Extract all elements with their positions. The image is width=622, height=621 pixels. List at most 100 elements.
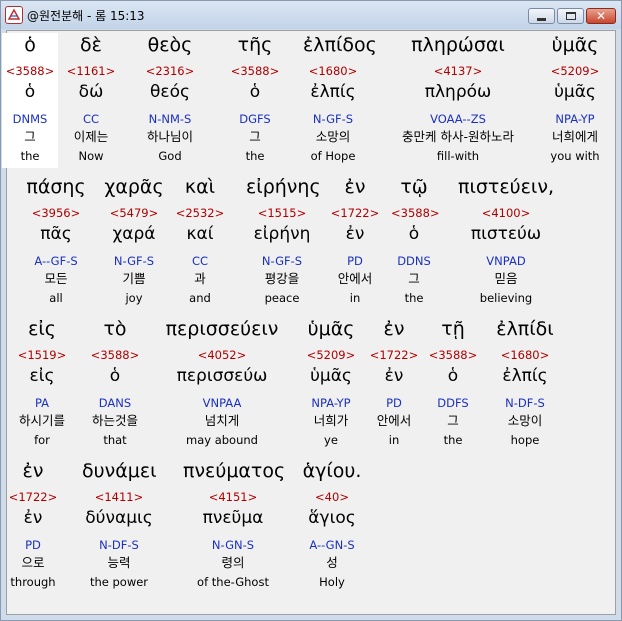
interlinear-word[interactable]: τῷ <3588> ὁ DDNS 그 the [391, 175, 440, 310]
greek-word: ἐλπίδος [303, 34, 377, 56]
interlinear-word[interactable]: δυνάμει <1411> δύναμις N-DF-S 능력 the power [82, 459, 157, 594]
strong-number[interactable]: <3588> [2, 64, 58, 78]
greek-word: δὲ [80, 34, 102, 56]
strong-number[interactable]: <1411> [82, 490, 156, 504]
english-gloss: God [158, 149, 182, 163]
interlinear-word[interactable]: χαρᾶς <5479> χαρά N-GF-S 기쁨 joy [97, 175, 171, 310]
interlinear-word[interactable]: πάσης <3956> πᾶς A--GF-S 모든 all [21, 175, 91, 310]
parsing-code: DNMS [12, 112, 48, 126]
greek-word: δυνάμει [82, 460, 157, 482]
korean-gloss: 으로 [21, 555, 45, 570]
parsing-code: DDFS [437, 396, 469, 410]
interlinear-word[interactable]: ἐν <1722> ἐν PD 으로 through [5, 459, 61, 594]
interlinear-word[interactable]: ἐν <1722> ἐν PD 안에서 in [327, 175, 383, 310]
greek-word: χαρᾶς [104, 176, 164, 198]
parsing-code: A--GF-S [34, 254, 78, 268]
interlinear-word[interactable]: ὁ <3588> ὁ DNMS 그 the [2, 33, 58, 168]
lemma-form: πιστεύω [470, 224, 542, 244]
parsing-code: A--GN-S [309, 538, 355, 552]
lemma-form: περισσεύω [176, 366, 268, 386]
window-title: @원전분해 - 롬 15:13 [27, 9, 145, 23]
parsing-code: PD [386, 396, 402, 410]
interlinear-word[interactable]: ὑμᾶς <5209> ὑμᾶς NPA-YP 너희에게 you with [544, 33, 606, 168]
interlinear-word[interactable]: πιστεύειν, <4100> πιστεύω VNPAD 믿음 believing [456, 175, 556, 310]
korean-gloss: 성 [326, 555, 338, 570]
close-button[interactable]: ✕ [586, 8, 616, 24]
strong-number[interactable]: <5209> [296, 348, 366, 362]
strong-number[interactable]: <1722> [5, 490, 61, 504]
strong-number[interactable]: <40> [297, 490, 367, 504]
english-gloss: all [49, 291, 63, 305]
strong-number[interactable]: <4137> [383, 64, 533, 78]
strong-number[interactable]: <5209> [544, 64, 606, 78]
lemma-form: ὁ [109, 366, 121, 386]
strong-number[interactable]: <3588> [391, 206, 440, 220]
korean-gloss: 충만케 하사-원하노라 [402, 129, 514, 144]
english-gloss: joy [125, 291, 143, 305]
parsing-code: N-DF-S [99, 538, 139, 552]
strong-number[interactable]: <4151> [183, 490, 283, 504]
parsing-code: PD [347, 254, 363, 268]
strong-number[interactable]: <2316> [140, 64, 200, 78]
parsing-code: N-GF-S [312, 112, 354, 126]
parsing-code: CC [82, 112, 100, 126]
interlinear-word[interactable]: περισσεύειν <4052> περισσεύω VNPAA 넘치게 may ab… [162, 317, 282, 452]
strong-number[interactable]: <2532> [175, 206, 225, 220]
strong-number[interactable]: <1680> [303, 64, 363, 78]
interlinear-word[interactable]: ἐλπίδος <1680> ἐλπίς N-GF-S 소망의 of Hope [303, 33, 377, 168]
interlinear-word[interactable]: ἐν <1722> ἐν PD 안에서 in [369, 317, 419, 452]
strong-number[interactable]: <3588> [83, 348, 147, 362]
interlinear-word[interactable]: πληρώσαι <4137> πληρόω VOAA--ZS 충만케 하사-원하노라 f… [383, 33, 533, 168]
parsing-code: PA [34, 396, 50, 410]
parsing-code: VOAA--ZS [430, 112, 486, 126]
strong-number[interactable]: <1515> [246, 206, 318, 220]
korean-gloss: 그 [447, 413, 459, 428]
interlinear-word[interactable]: τῇ <3588> ὁ DDFS 그 the [428, 317, 478, 452]
parsing-code: DGFS [239, 112, 271, 126]
greek-word: τῆς [237, 34, 273, 56]
interlinear-word[interactable]: τὸ <3588> ὁ DANS 하는것을 that [83, 317, 147, 452]
interlinear-word[interactable]: εἰς <1519> εἰς PA 하시기를 for [12, 317, 72, 452]
korean-gloss: 령의 [221, 555, 245, 570]
interlinear-word[interactable]: θεὸς <2316> θεός N-NM-S 하나님이 God [140, 33, 200, 168]
strong-number[interactable]: <3956> [21, 206, 91, 220]
minimize-button[interactable] [528, 8, 555, 24]
interlinear-word[interactable]: ἁγίου. <40> ἅγιος A--GN-S 성 Holy [297, 459, 367, 594]
strong-number[interactable]: <5479> [97, 206, 171, 220]
lemma-form: ἐν [345, 224, 365, 244]
app-window: @원전분해 - 롬 15:13 ✕ ὁ <3588> ὁ DNMS 그 the δὲ <116… [0, 0, 622, 621]
strong-number[interactable]: <1722> [327, 206, 383, 220]
english-gloss: the power [89, 575, 149, 589]
strong-number[interactable]: <3588> [428, 348, 478, 362]
lemma-form: ἐν [384, 366, 404, 386]
interlinear-word[interactable]: δὲ <1161> δώ CC 이제는 Now [63, 33, 119, 168]
maximize-button[interactable] [557, 8, 584, 24]
strong-number[interactable]: <1519> [12, 348, 72, 362]
english-gloss: the [443, 433, 463, 447]
strong-number[interactable]: <3588> [227, 64, 283, 78]
strong-number[interactable]: <4052> [162, 348, 282, 362]
english-gloss: peace [264, 291, 300, 305]
interlinear-word[interactable]: τῆς <3588> ὁ DGFS 그 the [227, 33, 283, 168]
minimize-icon [537, 17, 546, 21]
korean-gloss: 평강을 [264, 271, 300, 286]
interlinear-word[interactable]: ἐλπίδι <1680> ἐλπίς N-DF-S 소망이 hope [488, 317, 562, 452]
greek-word: περισσεύειν [165, 318, 279, 340]
bible-app-icon[interactable] [5, 6, 23, 24]
korean-gloss: 믿음 [494, 271, 518, 286]
strong-number[interactable]: <1722> [369, 348, 419, 362]
strong-number[interactable]: <1161> [63, 64, 119, 78]
parsing-code: CC [191, 254, 209, 268]
greek-word: θεὸς [147, 34, 193, 56]
interlinear-word[interactable]: εἰρήνης <1515> εἰρήνη N-GF-S 평강을 peace [246, 175, 321, 310]
parsing-code: NPA-YP [311, 396, 351, 410]
interlinear-word[interactable]: ὑμᾶς <5209> ὑμᾶς NPA-YP 너희가 ye [296, 317, 366, 452]
lemma-form: ἅγιος [308, 508, 356, 528]
korean-gloss: 능력 [107, 555, 131, 570]
interlinear-word[interactable]: καὶ <2532> καί CC 과 and [175, 175, 225, 310]
strong-number[interactable]: <1680> [488, 348, 562, 362]
strong-number[interactable]: <4100> [456, 206, 556, 220]
interlinear-word[interactable]: πνεύματος <4151> πνεῦμα N-GN-S 령의 of the-Ghos… [183, 459, 285, 594]
title-bar[interactable]: @원전분해 - 롬 15:13 ✕ [1, 1, 621, 29]
korean-gloss: 너희에게 [551, 129, 598, 144]
